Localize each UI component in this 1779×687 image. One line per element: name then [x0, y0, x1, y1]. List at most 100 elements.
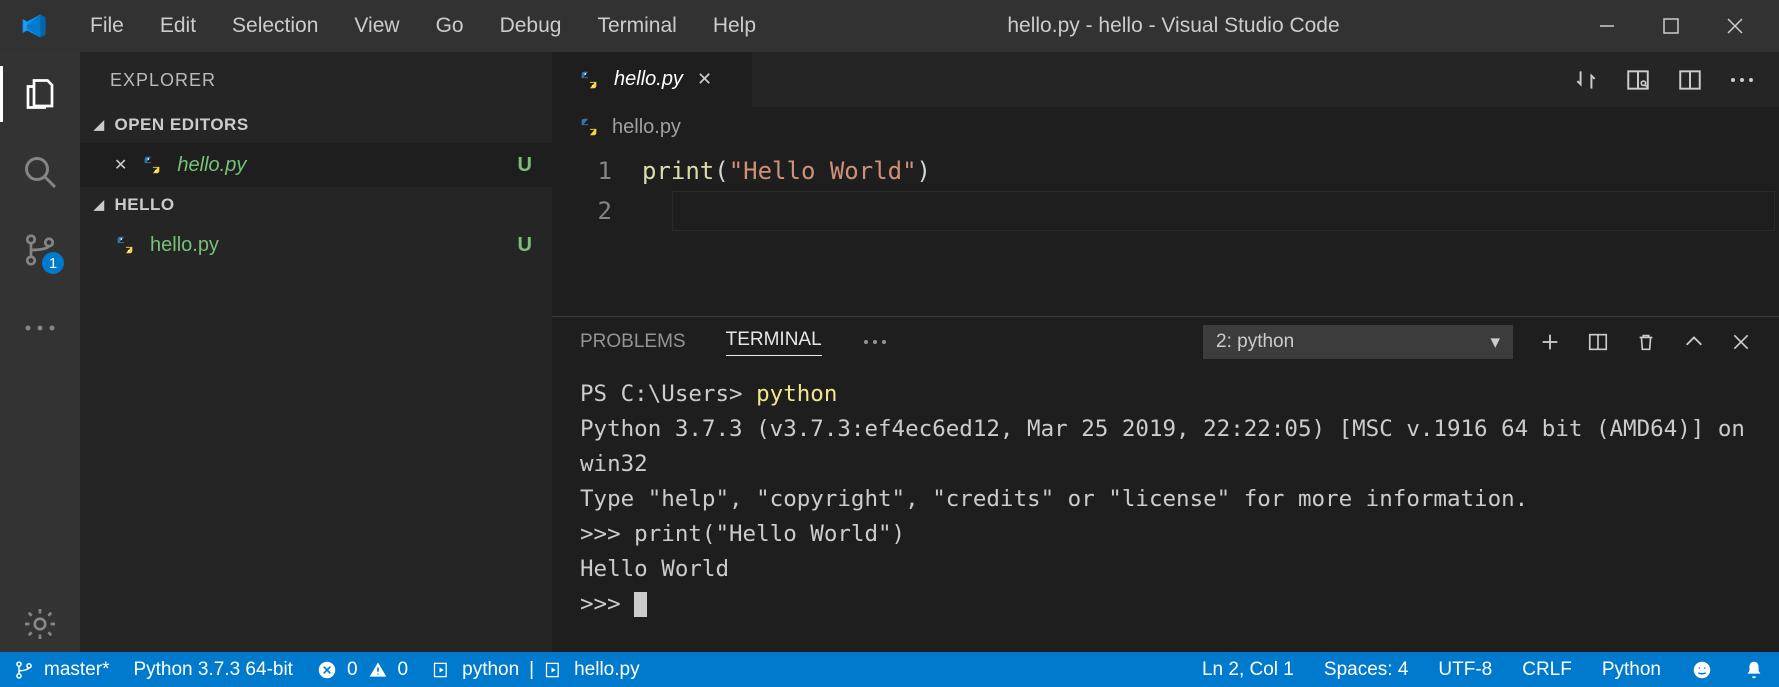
python-file-icon	[578, 69, 600, 91]
menu-go[interactable]: Go	[420, 8, 480, 44]
menu-edit[interactable]: Edit	[144, 8, 212, 44]
code-content[interactable]: print("Hello World")	[642, 151, 931, 316]
activity-search[interactable]	[0, 144, 80, 200]
terminal-line: Type "help", "copyright", "credits" or "…	[580, 486, 1528, 512]
chevron-down-icon: ◢	[94, 197, 105, 213]
line-number: 1	[552, 151, 612, 191]
error-icon	[317, 660, 337, 680]
close-panel-icon[interactable]	[1731, 332, 1751, 352]
status-problems[interactable]: 0 0	[317, 659, 408, 681]
terminal-command: python	[756, 381, 837, 407]
split-editor-icon[interactable]	[1677, 67, 1703, 93]
python-file-icon	[578, 116, 600, 138]
breadcrumb-file: hello.py	[612, 116, 681, 139]
activity-bar: 1	[0, 52, 80, 652]
menu-bar: File Edit Selection View Go Debug Termin…	[74, 8, 772, 44]
open-editors-label: OPEN EDITORS	[115, 115, 249, 135]
run-label: python	[462, 659, 519, 681]
gear-icon	[22, 606, 58, 642]
run-file-label: hello.py	[574, 659, 640, 681]
close-icon[interactable]: ✕	[697, 69, 712, 90]
scm-badge: 1	[42, 252, 64, 274]
terminal-selector[interactable]: 2: python ▾	[1203, 325, 1513, 359]
window-title: hello.py - hello - Visual Studio Code	[772, 14, 1575, 38]
open-preview-icon[interactable]	[1625, 67, 1651, 93]
status-encoding[interactable]: UTF-8	[1438, 659, 1492, 681]
status-git-branch[interactable]: master*	[14, 659, 109, 681]
editor-tab[interactable]: hello.py ✕	[552, 52, 752, 107]
feedback-icon[interactable]	[1691, 659, 1713, 681]
status-interpreter[interactable]: Python 3.7.3 64-bit	[133, 659, 293, 681]
terminal-line: Python 3.7.3 (v3.7.3:ef4ec6ed12, Mar 25 …	[580, 416, 1759, 477]
files-icon	[22, 76, 58, 112]
line-number-gutter: 1 2	[552, 151, 642, 316]
split-terminal-icon[interactable]	[1587, 331, 1609, 353]
line-number: 2	[552, 191, 612, 231]
new-terminal-icon[interactable]	[1539, 331, 1561, 353]
open-editor-name: hello.py	[177, 154, 246, 177]
terminal-selector-label: 2: python	[1216, 331, 1294, 353]
window-minimize-button[interactable]	[1575, 0, 1639, 52]
branch-label: master*	[44, 659, 109, 681]
status-cursor-position[interactable]: Ln 2, Col 1	[1202, 659, 1294, 681]
ellipsis-icon[interactable]	[1729, 76, 1755, 84]
chevron-down-icon: ◢	[94, 117, 105, 133]
window-close-button[interactable]	[1703, 0, 1767, 52]
open-editor-item[interactable]: ✕ hello.py U	[80, 143, 552, 187]
folder-name-label: HELLO	[115, 195, 175, 215]
status-indentation[interactable]: Spaces: 4	[1324, 659, 1409, 681]
menu-help[interactable]: Help	[697, 8, 772, 44]
menu-debug[interactable]: Debug	[484, 8, 578, 44]
python-file-icon	[114, 234, 136, 256]
activity-settings[interactable]	[0, 596, 80, 652]
chevron-down-icon: ▾	[1490, 331, 1500, 354]
title-bar: File Edit Selection View Go Debug Termin…	[0, 0, 1779, 52]
active-line-highlight	[672, 191, 1775, 231]
open-editors-header[interactable]: ◢ OPEN EDITORS	[80, 107, 552, 143]
ellipsis-icon[interactable]	[862, 338, 888, 346]
menu-selection[interactable]: Selection	[216, 8, 334, 44]
activity-explorer[interactable]	[0, 66, 80, 122]
sidebar-title: EXPLORER	[80, 52, 552, 107]
menu-view[interactable]: View	[338, 8, 415, 44]
terminal-line: Hello World	[580, 556, 729, 582]
close-icon[interactable]: ✕	[114, 155, 127, 175]
terminal-line: >>> print("Hello World")	[580, 521, 905, 547]
python-file-icon	[141, 154, 163, 176]
warning-count: 0	[398, 659, 409, 681]
warning-icon	[368, 660, 388, 680]
menu-file[interactable]: File	[74, 8, 140, 44]
activity-more[interactable]	[0, 300, 80, 356]
token-function: print	[642, 157, 714, 185]
editor-area: hello.py ✕ hello.py 1 2 print("Hello Wor…	[552, 52, 1779, 652]
folder-header[interactable]: ◢ HELLO	[80, 187, 552, 223]
panel-tab-problems[interactable]: PROBLEMS	[580, 331, 686, 353]
file-tree-item[interactable]: hello.py U	[80, 223, 552, 267]
status-language[interactable]: Python	[1602, 659, 1661, 681]
search-icon	[22, 154, 58, 190]
terminal-cursor	[634, 592, 647, 617]
interpreter-label: Python 3.7.3 64-bit	[133, 659, 293, 681]
token-paren: )	[917, 157, 931, 185]
panel-tab-terminal[interactable]: TERMINAL	[726, 329, 822, 356]
kill-terminal-icon[interactable]	[1635, 331, 1657, 353]
activity-source-control[interactable]: 1	[0, 222, 80, 278]
bell-icon[interactable]	[1743, 659, 1765, 681]
status-run-file[interactable]: python | hello.py	[432, 659, 639, 681]
menu-terminal[interactable]: Terminal	[581, 8, 692, 44]
git-branch-icon	[14, 660, 34, 680]
compare-changes-icon[interactable]	[1573, 67, 1599, 93]
run-icon	[432, 660, 452, 680]
maximize-panel-icon[interactable]	[1683, 331, 1705, 353]
separator: |	[529, 659, 534, 681]
ellipsis-icon	[22, 323, 58, 333]
window-maximize-button[interactable]	[1639, 0, 1703, 52]
run-icon	[544, 660, 564, 680]
status-eol[interactable]: CRLF	[1522, 659, 1572, 681]
code-editor[interactable]: 1 2 print("Hello World")	[552, 147, 1779, 316]
terminal-prompt: PS C:\Users>	[580, 381, 756, 407]
tab-bar: hello.py ✕	[552, 52, 1779, 107]
token-string: "Hello World"	[729, 157, 917, 185]
terminal-output[interactable]: PS C:\Users> python Python 3.7.3 (v3.7.3…	[552, 367, 1779, 652]
breadcrumb[interactable]: hello.py	[552, 107, 1779, 147]
